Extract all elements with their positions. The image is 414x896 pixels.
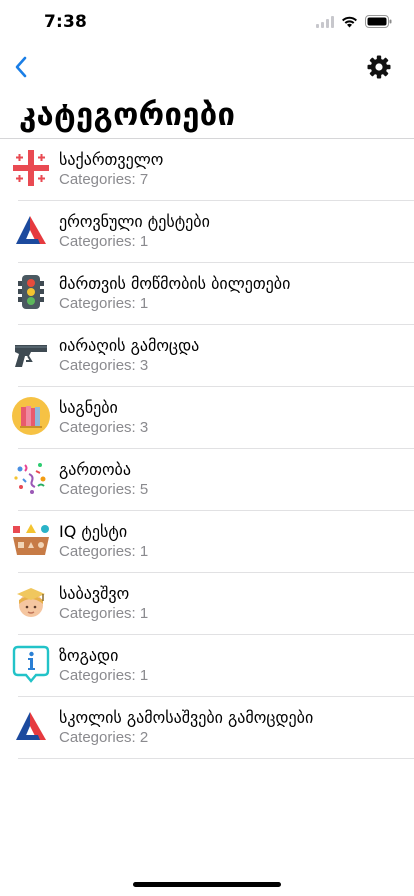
home-indicator[interactable]	[133, 882, 281, 887]
item-title: IQ ტესტი	[59, 522, 128, 541]
status-time: 7:38	[44, 12, 88, 32]
list-item[interactable]: ზოგადი Categories: 1	[0, 635, 414, 697]
list-item[interactable]: იარაღის გამოცდა Categories: 3	[0, 325, 414, 387]
item-subtitle: Categories: 7	[59, 171, 149, 188]
item-title: გართობა	[59, 460, 131, 479]
list-item[interactable]: სკოლის გამოსაშვები გამოცდები Categories:…	[0, 697, 414, 759]
list-item[interactable]: გართობა Categories: 5	[0, 449, 414, 511]
page-title: კატეგორიები	[19, 97, 236, 133]
shapes-icon	[12, 521, 50, 559]
status-bar: 7:38	[0, 0, 414, 44]
item-subtitle: Categories: 1	[59, 295, 149, 312]
list-item[interactable]: ეროვნული ტესტები Categories: 1	[0, 201, 414, 263]
category-list: საქართველო Categories: 7 ეროვნული ტესტებ…	[0, 139, 414, 759]
item-title: საქართველო	[59, 150, 164, 169]
georgian-flag-icon	[12, 149, 50, 187]
item-subtitle: Categories: 1	[59, 233, 149, 250]
row-divider	[18, 758, 414, 759]
delta-logo-icon	[12, 211, 50, 249]
back-button[interactable]	[8, 52, 34, 82]
traffic-light-icon	[12, 273, 50, 311]
item-subtitle: Categories: 2	[59, 729, 149, 746]
list-item[interactable]: საგნები Categories: 3	[0, 387, 414, 449]
signal-icon	[316, 15, 334, 28]
item-title: ეროვნული ტესტები	[59, 212, 210, 231]
graduate-icon	[12, 583, 50, 621]
delta-logo-icon	[12, 707, 50, 745]
item-title: საბავშვო	[59, 584, 130, 603]
list-item[interactable]: მართვის მოწმობის ბილეთები Categories: 1	[0, 263, 414, 325]
item-title: ზოგადი	[59, 646, 119, 665]
item-subtitle: Categories: 5	[59, 481, 149, 498]
books-icon	[12, 397, 50, 435]
battery-icon	[365, 15, 392, 28]
item-title: სკოლის გამოსაშვები გამოცდები	[59, 708, 314, 727]
item-subtitle: Categories: 3	[59, 419, 149, 436]
wifi-icon	[342, 16, 357, 27]
item-title: იარაღის გამოცდა	[59, 336, 200, 355]
list-item[interactable]: საქართველო Categories: 7	[0, 139, 414, 201]
item-subtitle: Categories: 1	[59, 605, 149, 622]
chevron-left-icon	[15, 56, 27, 78]
gear-icon	[367, 55, 391, 79]
status-icons	[316, 15, 392, 28]
settings-button[interactable]	[366, 54, 392, 80]
item-subtitle: Categories: 3	[59, 357, 149, 374]
list-item[interactable]: საბავშვო Categories: 1	[0, 573, 414, 635]
item-title: მართვის მოწმობის ბილეთები	[59, 274, 291, 293]
nav-bar	[0, 44, 414, 92]
item-subtitle: Categories: 1	[59, 667, 149, 684]
item-title: საგნები	[59, 398, 118, 417]
pistol-icon	[12, 335, 50, 373]
item-subtitle: Categories: 1	[59, 543, 149, 560]
info-bubble-icon	[12, 645, 50, 683]
confetti-icon	[12, 459, 50, 497]
list-item[interactable]: IQ ტესტი Categories: 1	[0, 511, 414, 573]
